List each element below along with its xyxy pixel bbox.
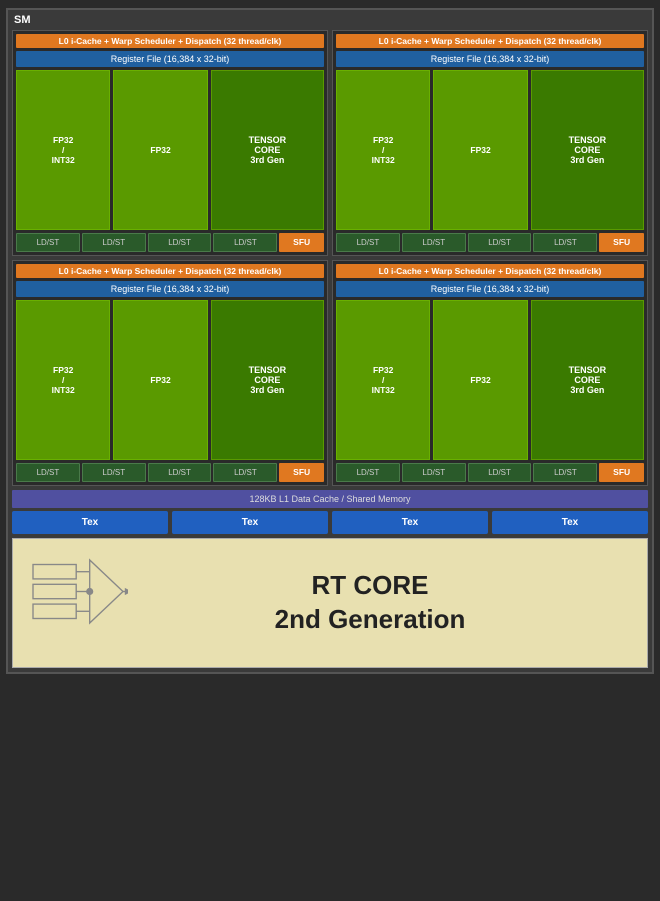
- ldst-3d: LD/ST: [213, 463, 277, 482]
- fp32-block-4: FP32: [433, 300, 527, 460]
- sfu-2: SFU: [599, 233, 644, 252]
- bottom-row-3: LD/ST LD/ST LD/ST LD/ST SFU: [16, 463, 324, 482]
- ldst-2d: LD/ST: [533, 233, 597, 252]
- quadrant-bottom-left: L0 i-Cache + Warp Scheduler + Dispatch (…: [12, 260, 328, 486]
- tex-block-1: Tex: [12, 511, 168, 534]
- ldst-2b: LD/ST: [402, 233, 466, 252]
- reg-file-3: Register File (16,384 x 32-bit): [16, 281, 324, 297]
- ldst-4b: LD/ST: [402, 463, 466, 482]
- l1-cache-bar: 128KB L1 Data Cache / Shared Memory: [12, 490, 648, 508]
- ldst-1c: LD/ST: [148, 233, 212, 252]
- ldst-4c: LD/ST: [468, 463, 532, 482]
- fp32-int32-col-2: FP32/INT32: [336, 70, 430, 230]
- ldst-2c: LD/ST: [468, 233, 532, 252]
- tensor-block-4: TENSORCORE3rd Gen: [531, 300, 644, 460]
- tensor-block-1: TENSORCORE3rd Gen: [211, 70, 324, 230]
- rt-core-generation: 2nd Generation: [275, 604, 466, 634]
- l0-bar-4: L0 i-Cache + Warp Scheduler + Dispatch (…: [336, 264, 644, 278]
- fp32-block-1: FP32: [113, 70, 207, 230]
- quadrant-top-right: L0 i-Cache + Warp Scheduler + Dispatch (…: [332, 30, 648, 256]
- ldst-1d: LD/ST: [213, 233, 277, 252]
- tex-block-2: Tex: [172, 511, 328, 534]
- fp32-int32-block-3: FP32/INT32: [16, 300, 110, 460]
- ldst-3b: LD/ST: [82, 463, 146, 482]
- rt-core-section: RT CORE 2nd Generation: [12, 538, 648, 668]
- ldst-4a: LD/ST: [336, 463, 400, 482]
- rt-core-text: RT CORE 2nd Generation: [275, 569, 466, 637]
- cores-area-3: FP32/INT32 FP32 TENSORCORE3rd Gen: [16, 300, 324, 460]
- bottom-row-2: LD/ST LD/ST LD/ST LD/ST SFU: [336, 233, 644, 252]
- reg-file-4: Register File (16,384 x 32-bit): [336, 281, 644, 297]
- l0-bar-2: L0 i-Cache + Warp Scheduler + Dispatch (…: [336, 34, 644, 48]
- rt-core-svg: [28, 556, 128, 646]
- tensor-block-2: TENSORCORE3rd Gen: [531, 70, 644, 230]
- fp32-int32-col-1: FP32/INT32: [16, 70, 110, 230]
- tensor-block-3: TENSORCORE3rd Gen: [211, 300, 324, 460]
- tex-block-3: Tex: [332, 511, 488, 534]
- fp32-col-2: FP32: [433, 70, 527, 230]
- ldst-4d: LD/ST: [533, 463, 597, 482]
- tex-block-4: Tex: [492, 511, 648, 534]
- fp32-col-3: FP32: [113, 300, 207, 460]
- fp32-block-2: FP32: [433, 70, 527, 230]
- fp32-col-4: FP32: [433, 300, 527, 460]
- tensor-col-2: TENSORCORE3rd Gen: [531, 70, 644, 230]
- ldst-3c: LD/ST: [148, 463, 212, 482]
- fp32-int32-col-3: FP32/INT32: [16, 300, 110, 460]
- fp32-col-1: FP32: [113, 70, 207, 230]
- sfu-3: SFU: [279, 463, 324, 482]
- ldst-1a: LD/ST: [16, 233, 80, 252]
- sm-label: SM: [12, 14, 648, 26]
- tensor-col-1: TENSORCORE3rd Gen: [211, 70, 324, 230]
- quadrant-bottom-right: L0 i-Cache + Warp Scheduler + Dispatch (…: [332, 260, 648, 486]
- l0-bar-1: L0 i-Cache + Warp Scheduler + Dispatch (…: [16, 34, 324, 48]
- reg-file-1: Register File (16,384 x 32-bit): [16, 51, 324, 67]
- sfu-1: SFU: [279, 233, 324, 252]
- tensor-col-3: TENSORCORE3rd Gen: [211, 300, 324, 460]
- bottom-row-4: LD/ST LD/ST LD/ST LD/ST SFU: [336, 463, 644, 482]
- tex-row: Tex Tex Tex Tex: [12, 511, 648, 534]
- rt-core-diagram: [28, 556, 128, 651]
- cores-area-4: FP32/INT32 FP32 TENSORCORE3rd Gen: [336, 300, 644, 460]
- fp32-int32-block-1: FP32/INT32: [16, 70, 110, 230]
- bottom-row-1: LD/ST LD/ST LD/ST LD/ST SFU: [16, 233, 324, 252]
- ldst-2a: LD/ST: [336, 233, 400, 252]
- l0-bar-3: L0 i-Cache + Warp Scheduler + Dispatch (…: [16, 264, 324, 278]
- sfu-4: SFU: [599, 463, 644, 482]
- quadrants-grid: L0 i-Cache + Warp Scheduler + Dispatch (…: [12, 30, 648, 486]
- quadrant-top-left: L0 i-Cache + Warp Scheduler + Dispatch (…: [12, 30, 328, 256]
- cores-area-2: FP32/INT32 FP32 TENSORCORE3rd Gen: [336, 70, 644, 230]
- reg-file-2: Register File (16,384 x 32-bit): [336, 51, 644, 67]
- rt-core-title: RT CORE: [311, 570, 428, 600]
- fp32-int32-block-2: FP32/INT32: [336, 70, 430, 230]
- ldst-3a: LD/ST: [16, 463, 80, 482]
- fp32-int32-block-4: FP32/INT32: [336, 300, 430, 460]
- fp32-block-3: FP32: [113, 300, 207, 460]
- ldst-1b: LD/ST: [82, 233, 146, 252]
- cores-area-1: FP32/INT32 FP32 TENSORCORE3rd Gen: [16, 70, 324, 230]
- sm-container: SM L0 i-Cache + Warp Scheduler + Dispatc…: [6, 8, 654, 674]
- fp32-int32-col-4: FP32/INT32: [336, 300, 430, 460]
- tensor-col-4: TENSORCORE3rd Gen: [531, 300, 644, 460]
